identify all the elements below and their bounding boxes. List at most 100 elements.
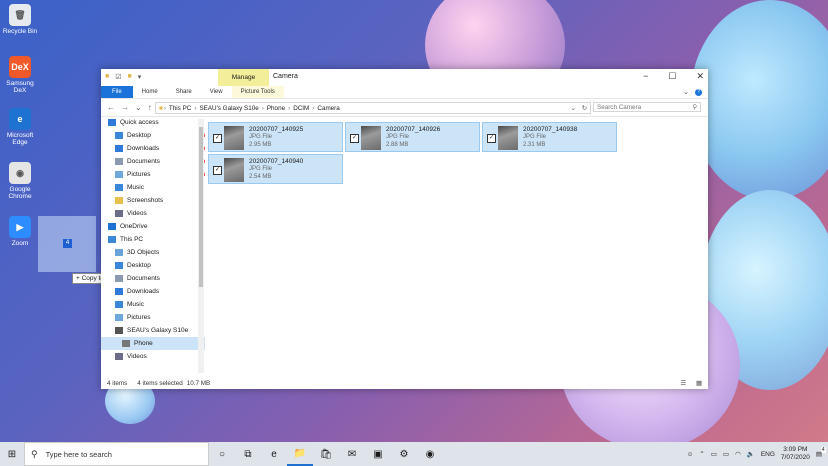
nav-item[interactable]: Pictures <box>101 311 205 324</box>
nav-item[interactable]: Music <box>101 181 205 194</box>
address-bar[interactable]: ■ › This PC › SEAU's Galaxy S10e › Phone › DCI… <box>155 102 591 114</box>
show-hidden-icons-icon[interactable]: ⌃ <box>699 450 704 458</box>
nav-item[interactable]: Pictures📌 <box>101 168 205 181</box>
nav-item[interactable]: Desktop <box>101 259 205 272</box>
nav-item[interactable]: Downloads📌 <box>101 142 205 155</box>
desktop-folder-icon <box>115 132 123 139</box>
window-controls: − ☐ ✕ <box>643 71 704 82</box>
details-view-icon[interactable]: ☰ <box>680 380 686 387</box>
taskbar-search-box[interactable]: ⚲ Type here to search <box>24 442 209 466</box>
file-item[interactable]: ✓ 20200707_140940 JPG File 2.54 MB <box>208 154 343 184</box>
nav-item[interactable]: Videos <box>101 350 205 363</box>
nav-item[interactable]: Documents📌 <box>101 155 205 168</box>
cortana-icon[interactable]: ○ <box>209 442 235 466</box>
nav-pane-scrollbar[interactable] <box>198 119 204 373</box>
office-icon[interactable]: ▣ <box>365 442 391 466</box>
image-thumbnail <box>361 126 381 150</box>
recent-chevron-icon[interactable]: ⌄ <box>135 103 142 112</box>
nav-item[interactable]: Documents <box>101 272 205 285</box>
windows-start-icon[interactable]: ⊞ <box>0 449 24 460</box>
wifi-icon[interactable]: ◠ <box>735 450 741 458</box>
checkbox[interactable]: ✓ <box>350 134 359 143</box>
folder-icon[interactable]: ■ <box>105 73 109 81</box>
properties-icon[interactable]: ☑ <box>115 73 121 81</box>
music-icon <box>115 184 123 191</box>
nav-item[interactable]: SEAU's Galaxy S10e <box>101 324 205 337</box>
taskbar: ⊞ ⚲ Type here to search ○ ⧉ e 📁 🛍 ✉ ▣ ⚙ ◉ ☺ ⌃ ▭ … <box>0 442 828 466</box>
store-icon[interactable]: 🛍 <box>313 442 339 466</box>
scrollbar-thumb[interactable] <box>199 127 203 287</box>
breadcrumb-item[interactable]: DCIM <box>293 105 309 112</box>
notifications-icon[interactable]: ▤ 4 <box>816 447 826 458</box>
file-item[interactable]: ✓ 20200707_140926 JPG File 2.88 MB <box>345 122 480 152</box>
refresh-icon[interactable]: ↻ <box>582 105 587 112</box>
nav-item[interactable]: 3D Objects <box>101 246 205 259</box>
ribbon-tab[interactable]: Picture Tools <box>231 86 284 98</box>
desktop-icon-label: Samsung DeX <box>6 80 34 94</box>
expand-ribbon-icon[interactable]: ⌄ <box>683 88 689 96</box>
minimize-icon[interactable]: − <box>643 71 648 82</box>
nav-item-label: Desktop <box>127 262 151 269</box>
search-input[interactable]: Search Camera ⚲ <box>593 102 701 112</box>
nav-item[interactable]: OneDrive <box>101 220 204 233</box>
clock[interactable]: 3:09 PM 7/07/2020 <box>781 446 810 462</box>
help-icon[interactable]: ? <box>695 88 702 96</box>
breadcrumb-item[interactable]: SEAU's Galaxy S10e <box>199 105 258 112</box>
close-icon[interactable]: ✕ <box>696 71 704 82</box>
ribbon-tab[interactable]: View <box>201 86 232 98</box>
settings-icon[interactable]: ⚙ <box>391 442 417 466</box>
mail-icon[interactable]: ✉ <box>339 442 365 466</box>
maximize-icon[interactable]: ☐ <box>668 71 676 82</box>
volume-icon[interactable]: 🔈 <box>747 450 755 458</box>
file-item[interactable]: ✓ 20200707_140925 JPG File 2.95 MB <box>208 122 343 152</box>
checkbox[interactable]: ✓ <box>487 134 496 143</box>
people-icon[interactable]: ☺ <box>687 451 694 458</box>
ribbon-tab[interactable]: Home <box>133 86 167 98</box>
edge-taskbar-icon[interactable]: e <box>261 442 287 466</box>
chrome-taskbar-icon[interactable]: ◉ <box>417 442 443 466</box>
forward-arrow-icon[interactable]: → <box>121 103 129 112</box>
nav-item-label: Music <box>127 301 144 308</box>
up-arrow-icon[interactable]: ↑ <box>148 103 152 112</box>
battery-icon[interactable]: ▭ <box>723 450 729 458</box>
phone-link-icon[interactable]: ▭ <box>711 450 717 458</box>
nav-item[interactable]: Phone <box>101 337 205 350</box>
nav-item[interactable]: Music <box>101 298 205 311</box>
nav-item[interactable]: Quick access <box>101 116 204 129</box>
selected-count: 4 items selected <box>137 379 183 387</box>
ribbon-tab[interactable]: File <box>101 86 133 98</box>
drag-preview: 4 <box>38 216 96 272</box>
new-folder-icon[interactable]: ■ <box>128 73 132 81</box>
file-explorer-taskbar-icon[interactable]: 📁 <box>287 442 313 466</box>
nav-item[interactable]: Desktop📌 <box>101 129 205 142</box>
desktop-icon[interactable]: ◉ Google Chrome <box>0 162 40 200</box>
checkbox[interactable]: ✓ <box>213 134 222 143</box>
item-count: 4 items <box>107 379 128 387</box>
breadcrumb-item[interactable]: Camera <box>317 105 339 112</box>
language-indicator[interactable]: ENG <box>761 451 775 458</box>
desktop-icon[interactable]: DeX Samsung DeX <box>0 56 40 94</box>
address-dropdown-icon[interactable]: ⌄ <box>570 105 575 112</box>
nav-item[interactable]: Videos <box>101 207 205 220</box>
large-icons-view-icon[interactable]: ▦ <box>696 380 702 387</box>
back-arrow-icon[interactable]: ← <box>107 103 115 112</box>
nav-item[interactable]: Downloads <box>101 285 205 298</box>
task-view-icon[interactable]: ⧉ <box>235 442 261 466</box>
chevron-down-icon[interactable]: ▾ <box>138 73 142 81</box>
breadcrumb-item[interactable]: This PC <box>169 105 191 112</box>
nav-item-label: Documents <box>127 275 160 282</box>
breadcrumb-item[interactable]: Phone <box>267 105 285 112</box>
desktop-icon-label: Zoom <box>11 240 29 247</box>
desktop-icon[interactable]: ▶ Zoom <box>0 216 40 247</box>
nav-item[interactable]: This PC <box>101 233 204 246</box>
ribbon-tab[interactable]: Share <box>167 86 201 98</box>
nav-item[interactable]: Screenshots <box>101 194 205 207</box>
desktop-icon[interactable]: e Microsoft Edge <box>0 108 40 146</box>
manage-contextual-tab[interactable]: Manage <box>218 69 269 86</box>
file-item[interactable]: ✓ 20200707_140938 JPG File 2.31 MB <box>482 122 617 152</box>
desktop-icon[interactable]: 🗑 Recycle Bin <box>0 4 40 35</box>
search-placeholder: Search Camera <box>597 103 642 111</box>
file-name: 20200707_140926 <box>386 126 441 133</box>
checkbox[interactable]: ✓ <box>213 166 222 175</box>
nav-item-label: Videos <box>127 353 147 360</box>
